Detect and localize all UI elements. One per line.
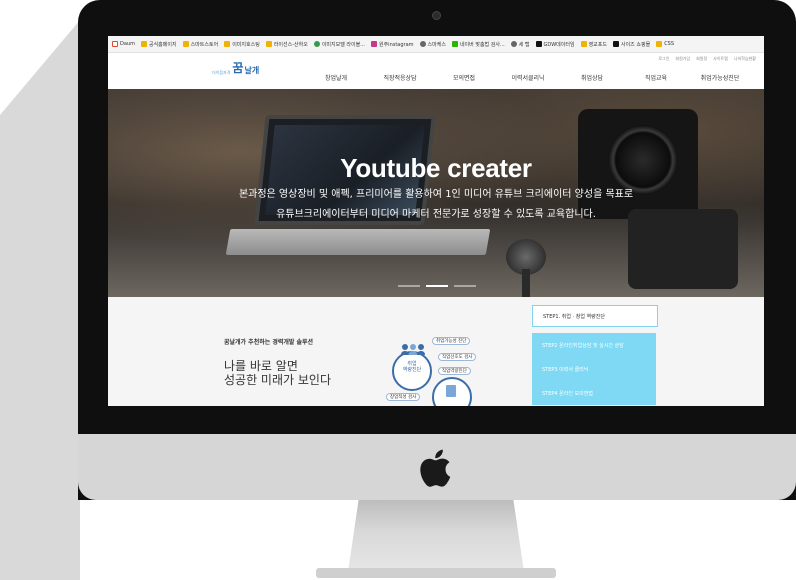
webcam-icon [432,11,441,20]
util-link[interactable]: 회원가입 [675,56,690,62]
bookmark-item[interactable]: 원주instagram [370,41,414,48]
nav-item[interactable]: 직업교육 [624,73,688,82]
bookmark-daum[interactable]: Daum [112,41,135,47]
bookmark-item[interactable]: GDW데이터임 [535,41,575,48]
slide-indicator[interactable] [454,285,476,287]
hero-description: 본과정은 영상장비 및 애펙, 프리미어를 활용하여 1인 미디어 유튜브 크리… [108,185,764,225]
slogan-line: 성공한 미래가 보인다 [224,373,331,387]
people-icon [401,344,425,355]
step-tab-2[interactable]: STEP2 온라인취업상담 및 실시간 상담 [532,333,656,357]
diagram-label: 직업선호도 검사 [438,353,477,361]
slide-indicator[interactable] [398,285,420,287]
util-link[interactable]: 회원정 [696,56,707,62]
monitor-mockup: Daum 공식홈페이지 스마트스토어 이미지호스팅 라이선스-산하오 이미지모델… [0,0,796,580]
logo-text: 꿈 [232,61,243,75]
bookmark-icon [140,41,147,47]
bookmark-item[interactable]: CSS [656,41,674,47]
step-tabs: STEP1. 취업 · 창업 역량진단 STEP2 온라인취업상담 및 실시간 … [532,305,658,405]
globe-icon [510,41,517,47]
naver-icon [451,41,458,47]
apple-logo-icon [420,449,451,487]
bookmark-item[interactable]: 이미지모델 라이블... [313,41,365,48]
site-logo[interactable]: 더이음자격 꿈 날개 [212,59,259,76]
bookmarks-bar: Daum 공식홈페이지 스마트스토어 이미지호스팅 라이선스-산하오 이미지모델… [108,36,764,53]
bookmark-item[interactable]: 세 탭 [510,41,530,48]
slogan-line: 나를 바로 알면 [224,359,298,373]
hero-title: Youtube creater [340,153,532,183]
bookmark-icon [612,41,619,47]
nav-item[interactable]: 창업날개 [304,73,368,82]
bookmark-item[interactable]: 스마트스토어 [182,41,218,48]
bookmark-item[interactable]: 영교포드 [580,41,607,48]
daum-icon [112,41,118,47]
diagram-label: 직업역량진단 [438,367,471,375]
logo-subtext: 더이음자격 [212,70,231,75]
bookmark-item[interactable]: 공식홈페이지 [140,41,177,48]
diagram-label: 창업적성 검사 [386,393,421,401]
monitor-stand [348,500,524,572]
nav-item[interactable]: 이력서클리닉 [496,73,560,82]
section-slogan: 나를 바로 알면 성공한 미래가 보인다 [224,359,331,387]
slide-indicator-active[interactable] [426,285,448,287]
nav-item[interactable]: 취업가능성진단 [688,73,752,82]
bookmark-icon [224,41,231,47]
utility-links: 로그인 회원가입 회원정 사이트맵 나의학습현황 [658,56,756,62]
tiktok-icon [535,41,542,47]
globe-icon [313,41,320,47]
bookmark-item[interactable]: 네이버 맞춤법 검사... [451,41,505,48]
bookmark-icon [656,41,663,47]
diagram-center-label: 취업 역량진단 [402,361,422,373]
microphone-stand [522,269,530,297]
globe-icon [419,41,426,47]
hero-description-line: 본과정은 영상장비 및 애펙, 프리미어를 활용하여 1인 미디어 유튜브 크리… [238,189,634,200]
bookmark-icon [265,41,272,47]
bookmark-icon [580,41,587,47]
main-navigation: 창업날개 직장적응상담 모의면접 이력서클리닉 취업상담 직업교육 취업가능성진… [304,73,752,82]
diagram-label: 취업가능성 진단 [432,337,471,345]
section-tag: 꿈날개가 추천하는 경력개발 솔루션 [224,339,314,346]
hero-description-line: 유튜브크리에이터부터 미디어 마케터 전문가로 성장할 수 있도록 교육합니다. [276,209,596,220]
monitor-stand-base [316,568,556,578]
document-icon [446,385,456,397]
site-header: 로그인 회원가입 회원정 사이트맵 나의학습현황 더이음자격 꿈 날개 창업날개… [108,53,764,89]
monitor-shadow [0,20,80,580]
bookmark-icon [182,41,189,47]
hero-banner[interactable]: Youtube creater 본과정은 영상장비 및 애펙, 프리미어를 활용… [108,89,764,297]
browser-screen: Daum 공식홈페이지 스마트스토어 이미지호스팅 라이선스-산하오 이미지모델… [108,36,764,406]
step-tab-3[interactable]: STEP3 이력서 클리닉 [532,357,656,381]
nav-item[interactable]: 직장적응상담 [368,73,432,82]
slide-indicators [398,285,476,287]
bookmark-item[interactable]: 스마케스 [419,41,446,48]
laptop-keyboard [225,229,491,255]
instagram-icon [370,41,377,47]
bookmark-item[interactable]: 라이선스-산하오 [265,41,308,48]
nav-item[interactable]: 취업상담 [560,73,624,82]
util-link[interactable]: 사이트맵 [713,56,728,62]
bookmark-item[interactable]: 사이즈 쇼핑몰 [612,41,650,48]
util-link[interactable]: 나의학습현황 [734,56,756,62]
career-solution-section: 꿈날개가 추천하는 경력개발 솔루션 나를 바로 알면 성공한 미래가 보인다 … [108,297,764,406]
nav-item[interactable]: 모의면접 [432,73,496,82]
util-link[interactable]: 로그인 [658,56,669,62]
step-tab-4[interactable]: STEP4 온라인 모의면접 [532,381,656,405]
competency-diagram: 취업 역량진단 취업가능성 진단 직업선호도 검사 직업역량진단 창업적성 검사 [386,337,518,406]
logo-text-secondary: 날개 [244,66,260,75]
step-tab-1[interactable]: STEP1. 취업 · 창업 역량진단 [532,305,658,327]
bookmark-item[interactable]: 이미지호스팅 [224,41,260,48]
